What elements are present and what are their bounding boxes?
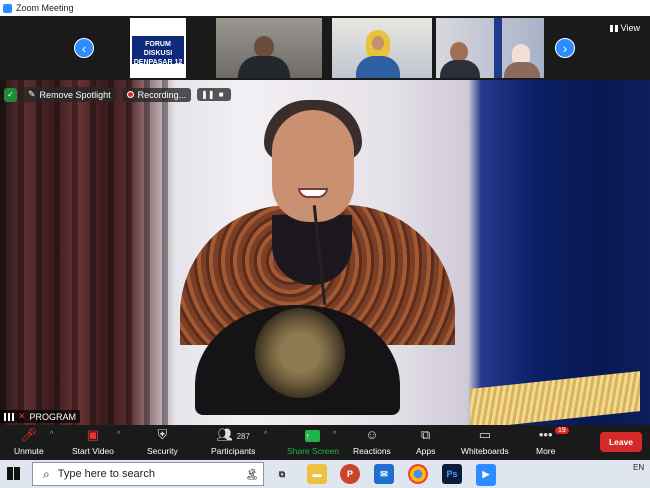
task-view-icon[interactable]: ⧉ <box>272 464 292 484</box>
muted-mic-icon: 🎤︎ <box>20 427 38 442</box>
zoom-logo-icon <box>3 3 12 13</box>
more-button[interactable]: ••• More <box>536 427 555 456</box>
chevron-up-icon[interactable]: ^ <box>264 431 267 438</box>
meeting-toolbar: 🎤︎ Unmute ^ ▣ Start Video ^ ⛨ Security 👥… <box>0 425 650 460</box>
speaker-name-tag: ✕ PROGRAM <box>0 410 81 423</box>
participant-body <box>238 56 290 78</box>
flag-fringe <box>470 371 640 425</box>
thumbnail-participant-3[interactable] <box>436 18 544 78</box>
participants-label: Participants <box>211 446 256 456</box>
view-button[interactable]: View <box>609 23 640 33</box>
muted-mic-icon: ✕ <box>18 411 26 421</box>
participants-icon: 👥︎ 287 <box>216 427 250 442</box>
podium-emblem <box>255 308 345 398</box>
curtain-backdrop <box>0 80 180 425</box>
remove-spotlight-label: Remove Spotlight <box>39 89 111 100</box>
reactions-label: Reactions <box>353 446 391 456</box>
speaker-name: PROGRAM <box>29 411 77 422</box>
whiteboards-button[interactable]: ▭ Whiteboards <box>461 427 509 456</box>
participant-face <box>372 36 384 50</box>
gallery-strip: ‹ FORUM DISKUSI DENPASAR 12 › View <box>0 16 650 80</box>
language-indicator[interactable]: EN <box>633 463 644 472</box>
recording-label: Recording... <box>137 89 187 100</box>
file-explorer-icon[interactable]: ▬ <box>307 464 327 484</box>
thumbnail-participant-2[interactable] <box>332 18 432 78</box>
flag-stripe <box>494 18 502 78</box>
thumbnail-participant-1[interactable] <box>216 18 322 78</box>
participant-body <box>440 60 480 78</box>
start-video-button[interactable]: ▣ Start Video <box>72 427 114 456</box>
chevron-right-icon[interactable]: › <box>555 38 575 58</box>
zoom-app-icon[interactable]: ▶ <box>476 464 496 486</box>
photoshop-icon[interactable]: Ps <box>442 464 462 484</box>
security-label: Security <box>147 446 178 456</box>
more-label: More <box>536 446 556 456</box>
whiteboards-label: Whiteboards <box>461 446 509 456</box>
search-highlight-icon: 🏝︎ <box>245 468 259 481</box>
participant-body-2 <box>504 62 540 78</box>
unmute-label: Unmute <box>14 446 44 456</box>
chrome-icon[interactable] <box>408 464 428 484</box>
reactions-icon: ☺ <box>365 427 379 442</box>
search-icon: ⌕ <box>43 466 50 481</box>
search-placeholder: Type here to search <box>57 468 155 480</box>
unmute-button[interactable]: 🎤︎ Unmute <box>14 427 44 456</box>
video-off-icon: ▣ <box>86 427 100 442</box>
apps-button[interactable]: ⧉ Apps <box>416 427 435 456</box>
mail-icon[interactable]: ✉ <box>374 464 394 484</box>
apps-icon: ⧉ <box>421 427 431 442</box>
pause-icon[interactable]: ❚❚ <box>201 90 214 99</box>
more-icon: ••• <box>538 427 553 442</box>
security-shield-icon[interactable]: ✓ <box>4 87 17 102</box>
signal-icon <box>4 412 14 421</box>
thumbnail-banner[interactable]: FORUM DISKUSI DENPASAR 12 <box>130 18 186 78</box>
window-titlebar: Zoom Meeting <box>0 0 650 16</box>
stop-icon[interactable]: ■ <box>215 90 227 99</box>
shield-icon: ⛨ <box>157 427 168 442</box>
windows-start-icon[interactable] <box>7 467 20 480</box>
recording-indicator: Recording... <box>121 87 192 102</box>
start-video-label: Start Video <box>72 446 114 456</box>
participants-count: 287 <box>236 432 250 441</box>
stage-controls: ✓ ✎ Remove Spotlight Recording... ❚❚ ■ <box>4 87 232 102</box>
windows-taskbar: ⌕ Type here to search 🏝︎ ⧉ ▬ P ✉ Ps ▶ EN <box>0 460 650 488</box>
record-icon <box>126 91 134 98</box>
chevron-up-icon[interactable]: ^ <box>50 431 53 438</box>
banner-line-1: FORUM DISKUSI <box>143 41 173 57</box>
more-badge: 19 <box>555 427 569 434</box>
grid-icon <box>609 24 618 32</box>
taskbar-search-box[interactable]: ⌕ Type here to search 🏝︎ <box>32 462 264 486</box>
chevron-up-icon[interactable]: ^ <box>117 431 120 438</box>
chevron-up-icon[interactable]: ^ <box>333 431 336 438</box>
participants-button[interactable]: 👥︎ 287 Participants <box>211 427 255 456</box>
recording-controls: ❚❚ ■ <box>197 88 232 101</box>
chevron-left-icon[interactable]: ‹ <box>74 38 94 58</box>
whiteboard-icon: ▭ <box>478 427 491 442</box>
leave-button[interactable]: Leave <box>600 432 642 452</box>
security-button[interactable]: ⛨ Security <box>147 427 178 456</box>
powerpoint-icon[interactable]: P <box>340 464 360 484</box>
remove-spotlight-button[interactable]: ✎ Remove Spotlight <box>23 87 116 102</box>
banner-logo: FORUM DISKUSI DENPASAR 12 <box>132 36 184 66</box>
participant-avatar <box>254 36 274 58</box>
share-screen-label: Share Screen <box>287 446 339 456</box>
view-label: View <box>620 23 640 33</box>
reactions-button[interactable]: ☺ Reactions <box>353 427 391 456</box>
participant-avatar <box>450 42 468 62</box>
share-screen-icon: ↑ <box>305 427 321 443</box>
share-screen-button[interactable]: ↑ Share Screen <box>287 427 339 456</box>
participant-body <box>356 56 400 78</box>
pin-icon: ✎ <box>28 89 36 99</box>
window-title: Zoom Meeting <box>16 3 74 13</box>
participant-avatar-2 <box>512 44 530 64</box>
apps-label: Apps <box>416 446 436 456</box>
banner-line-2: DENPASAR 12 <box>133 59 183 66</box>
